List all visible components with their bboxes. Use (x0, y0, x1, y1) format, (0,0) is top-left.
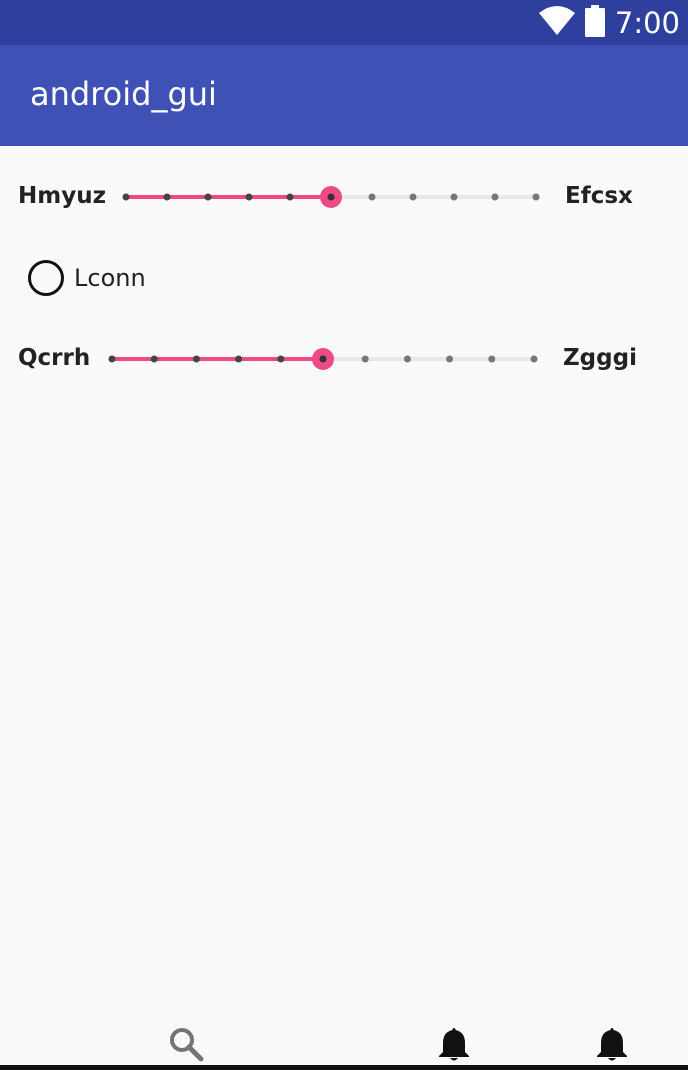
seekbar-tick (361, 355, 369, 363)
seekbar-tick (409, 193, 417, 201)
seekbar-tick (277, 355, 285, 363)
seekbar-tick (163, 193, 171, 201)
battery-icon (584, 5, 605, 41)
status-time: 7:00 (614, 6, 680, 40)
bell-icon[interactable] (592, 1024, 632, 1064)
seekbar-graphic (108, 348, 538, 370)
seekbar[interactable] (116, 166, 546, 226)
slider-right-label: Efcsx (565, 183, 633, 209)
seekbar-thumb-tick (327, 193, 335, 201)
app-bar: android_gui (0, 45, 688, 146)
nav-divider (0, 1065, 688, 1070)
app-title: android_gui (30, 75, 217, 113)
seekbar-tick (450, 193, 458, 201)
main-content: Hmyuz Efcsx Lconn Qcrrh Zgggi (0, 146, 688, 1036)
seekbar-graphic (122, 186, 540, 208)
wifi-icon (538, 6, 575, 40)
slider-row-2: Qcrrh Zgggi (0, 328, 688, 388)
seekbar-tick (122, 193, 130, 201)
seekbar-tick (403, 355, 411, 363)
seekbar-tick (491, 193, 499, 201)
slider-left-label: Hmyuz (18, 183, 106, 209)
seekbar-tick (446, 355, 454, 363)
seekbar-tick (532, 193, 540, 201)
seekbar-tick (286, 193, 294, 201)
slider-left-label: Qcrrh (18, 345, 91, 371)
slider-row-1: Hmyuz Efcsx (0, 166, 688, 226)
radio-circle-icon[interactable] (28, 260, 64, 296)
bottom-nav (0, 1018, 688, 1070)
seekbar-tick (204, 193, 212, 201)
seekbar-tick (530, 355, 538, 363)
status-bar: 7:00 (0, 0, 688, 45)
seekbar-tick (108, 355, 116, 363)
seekbar-tick (235, 355, 243, 363)
seekbar-tick (368, 193, 376, 201)
bell-icon[interactable] (434, 1024, 474, 1064)
status-icons: 7:00 (538, 4, 680, 42)
slider-right-label: Zgggi (563, 345, 637, 371)
seekbar-tick (488, 355, 496, 363)
seekbar-tick (150, 355, 158, 363)
search-icon[interactable] (166, 1024, 206, 1064)
radio-button[interactable]: Lconn (28, 258, 146, 298)
radio-label: Lconn (74, 264, 146, 292)
seekbar-tick (192, 355, 200, 363)
seekbar[interactable] (102, 328, 544, 388)
seekbar-thumb-tick (319, 355, 327, 363)
seekbar-tick (245, 193, 253, 201)
